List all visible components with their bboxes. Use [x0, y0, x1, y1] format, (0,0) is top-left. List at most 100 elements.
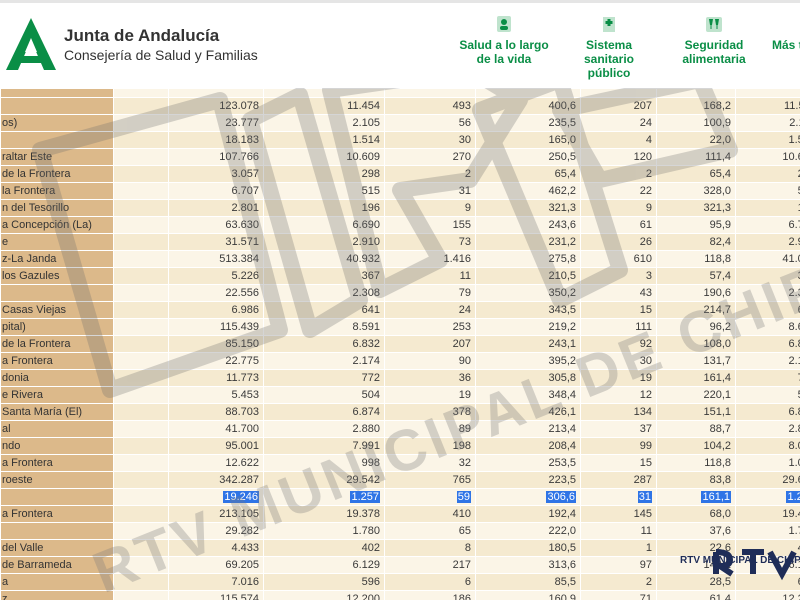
table-cell[interactable]: 85,5: [475, 573, 581, 591]
table-cell[interactable]: 402: [263, 539, 385, 557]
table-cell[interactable]: 207: [580, 97, 657, 115]
row-name-cell[interactable]: roeste: [0, 471, 114, 489]
table-row[interactable]: roeste 342.287 29.542 765 223,5 287 83,8 29.618…: [0, 471, 800, 489]
table-cell[interactable]: 22.775: [168, 352, 264, 370]
table-cell[interactable]: 2.880: [263, 420, 385, 438]
table-row[interactable]: Casas Viejas6.98664124343,515214,76485: [0, 301, 800, 319]
table-cell[interactable]: 3.057: [168, 165, 264, 183]
table-cell[interactable]: 2.310: [735, 284, 800, 302]
table-cell[interactable]: 504: [263, 386, 385, 404]
nav-mas-temas[interactable]: Más t: [772, 38, 800, 52]
table-row[interactable]: raltar Este 107.766 10.609 270 250,5 120 111,4…: [0, 148, 800, 166]
table-cell[interactable]: 41.700: [168, 420, 264, 438]
table-cell[interactable]: 107.766: [168, 148, 264, 166]
table-row[interactable]: a Frontera 22.775 2.174 90 395,2 30 131,7 2.174…: [0, 352, 800, 370]
table-cell[interactable]: 348,4: [475, 386, 581, 404]
table-cell[interactable]: 151,1: [656, 403, 736, 421]
table-cell[interactable]: 37,6: [656, 522, 736, 540]
table-cell[interactable]: 22: [580, 182, 657, 200]
table-cell[interactable]: 8.591: [263, 318, 385, 336]
table-cell[interactable]: 287: [580, 471, 657, 489]
table-cell[interactable]: 219,2: [475, 318, 581, 336]
table-cell[interactable]: 207: [384, 335, 476, 353]
table-cell[interactable]: 2: [580, 573, 657, 591]
table-cell[interactable]: 6.986: [168, 301, 264, 319]
table-cell[interactable]: 493: [384, 97, 476, 115]
table-cell[interactable]: 343,5: [475, 301, 581, 319]
table-cell[interactable]: 270: [384, 148, 476, 166]
table-cell[interactable]: 253,5: [475, 454, 581, 472]
table-cell[interactable]: 8.038: [735, 437, 800, 455]
row-name-cell[interactable]: [0, 131, 114, 149]
nav-sistema-sanitario-publico[interactable]: Sistema sanitario público: [574, 14, 644, 80]
table-cell[interactable]: 400,6: [475, 97, 581, 115]
brand-title[interactable]: Junta de Andalucía: [64, 26, 219, 46]
row-name-cell[interactable]: a Frontera: [0, 352, 114, 370]
table-cell[interactable]: 12.248: [735, 590, 800, 600]
table-cell[interactable]: 426,1: [475, 403, 581, 421]
row-name-cell[interactable]: los Gazules: [0, 267, 114, 285]
table-cell[interactable]: 82,4: [656, 233, 736, 251]
table-cell[interactable]: 24: [384, 301, 476, 319]
table-cell[interactable]: 2.105: [263, 114, 385, 132]
table-row[interactable]: e Rivera5.45350419348,412220,15044: [0, 386, 800, 404]
row-name-cell[interactable]: la Frontera: [0, 182, 114, 200]
table-cell[interactable]: 222,0: [475, 522, 581, 540]
table-cell[interactable]: 321,3: [656, 199, 736, 217]
table-cell[interactable]: 186: [384, 590, 476, 600]
table-cell[interactable]: 95,9: [656, 216, 736, 234]
table-cell[interactable]: 6.850: [735, 335, 800, 353]
table-row[interactable]: 123.07811.454493400,6207168,211.5119.7: [0, 97, 800, 115]
table-cell[interactable]: 1.521: [735, 131, 800, 149]
table-cell[interactable]: 190,6: [656, 284, 736, 302]
table-cell[interactable]: 6: [384, 573, 476, 591]
data-table-container[interactable]: 123.07811.454493400,6207168,211.5119.7os…: [0, 88, 800, 600]
table-cell[interactable]: 79: [384, 284, 476, 302]
table-cell[interactable]: 395,2: [475, 352, 581, 370]
table-cell[interactable]: 23.777: [168, 114, 264, 132]
table-cell[interactable]: 18.183: [168, 131, 264, 149]
table-cell[interactable]: 19.246: [168, 488, 264, 506]
table-cell[interactable]: 2.174: [735, 352, 800, 370]
table-cell[interactable]: 7.016: [168, 573, 264, 591]
table-cell[interactable]: 12: [580, 386, 657, 404]
table-cell[interactable]: 31.571: [168, 233, 264, 251]
row-name-cell[interactable]: de la Frontera: [0, 335, 114, 353]
table-cell[interactable]: 305,8: [475, 369, 581, 387]
table-cell[interactable]: 1: [580, 539, 657, 557]
table-cell[interactable]: 2.801: [168, 199, 264, 217]
table-cell[interactable]: 2: [384, 165, 476, 183]
table-cell[interactable]: 5.226: [168, 267, 264, 285]
table-cell[interactable]: 11.773: [168, 369, 264, 387]
row-name-cell[interactable]: raltar Este: [0, 148, 114, 166]
table-row[interactable]: z-La Janda 513.384 40.932 1.416 275,8 610 118,…: [0, 250, 800, 268]
table-cell[interactable]: 12.622: [168, 454, 264, 472]
table-cell[interactable]: 29.542: [263, 471, 385, 489]
table-cell[interactable]: 198: [384, 437, 476, 455]
table-cell[interactable]: 2.917: [735, 233, 800, 251]
table-cell[interactable]: 71: [580, 590, 657, 600]
table-row[interactable]: la Frontera6.70751531462,222328,05184: [0, 182, 800, 200]
row-name-cell[interactable]: ndo: [0, 437, 114, 455]
table-cell[interactable]: 65,4: [656, 165, 736, 183]
table-cell[interactable]: 6.129: [263, 556, 385, 574]
table-cell[interactable]: 108,0: [656, 335, 736, 353]
table-cell[interactable]: 2: [580, 165, 657, 183]
table-cell[interactable]: 250,5: [475, 148, 581, 166]
table-row[interactable]: z115.57412.200186160,97161,412.24811.2: [0, 590, 800, 600]
table-cell[interactable]: 217: [384, 556, 476, 574]
table-row[interactable]: 22.5562.30879350,243190,62.3101.9: [0, 284, 800, 302]
row-name-cell[interactable]: n del Tesorillo: [0, 199, 114, 217]
table-row[interactable]: del Valle4.4334028180,5122,64033: [0, 539, 800, 557]
table-row[interactable]: de la Frontera 85.150 6.832 207 243,1 92 108,0…: [0, 335, 800, 353]
row-name-cell[interactable]: z: [0, 590, 114, 600]
table-cell[interactable]: 1.000: [735, 454, 800, 472]
table-cell[interactable]: 765: [384, 471, 476, 489]
table-cell[interactable]: 342.287: [168, 471, 264, 489]
table-cell[interactable]: 462,2: [475, 182, 581, 200]
table-cell[interactable]: 145: [580, 505, 657, 523]
row-name-cell[interactable]: donia: [0, 369, 114, 387]
table-cell[interactable]: 73: [384, 233, 476, 251]
table-cell[interactable]: 306,6: [475, 488, 581, 506]
table-row[interactable]: pital)115.4398.591253219,211196,28.6487.…: [0, 318, 800, 336]
